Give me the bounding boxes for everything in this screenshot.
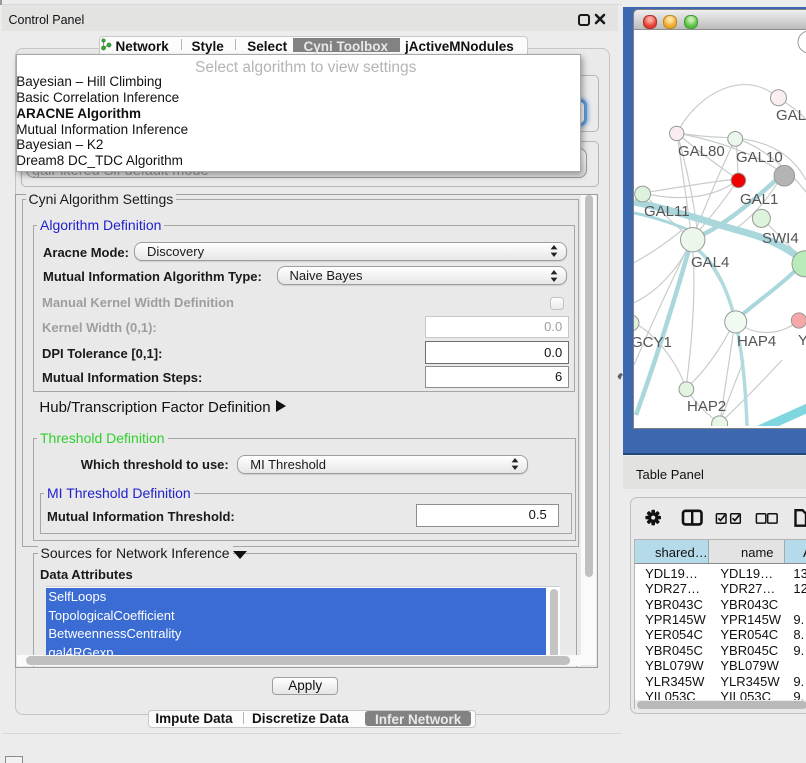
svg-text:GAL11: GAL11: [644, 203, 690, 220]
svg-text:HAP2: HAP2: [687, 398, 726, 415]
svg-text:HAP4: HAP4: [737, 333, 776, 350]
svg-text:SWI4: SWI4: [762, 230, 799, 247]
svg-text:Y: Y: [798, 332, 806, 349]
svg-text:GAL1: GAL1: [740, 191, 778, 208]
svg-text:GCY1: GCY1: [634, 334, 672, 351]
svg-text:GAL80: GAL80: [678, 143, 725, 160]
svg-text:GAL10: GAL10: [736, 149, 783, 166]
svg-text:GAL4: GAL4: [691, 254, 729, 271]
svg-text:GAL: GAL: [776, 107, 806, 124]
